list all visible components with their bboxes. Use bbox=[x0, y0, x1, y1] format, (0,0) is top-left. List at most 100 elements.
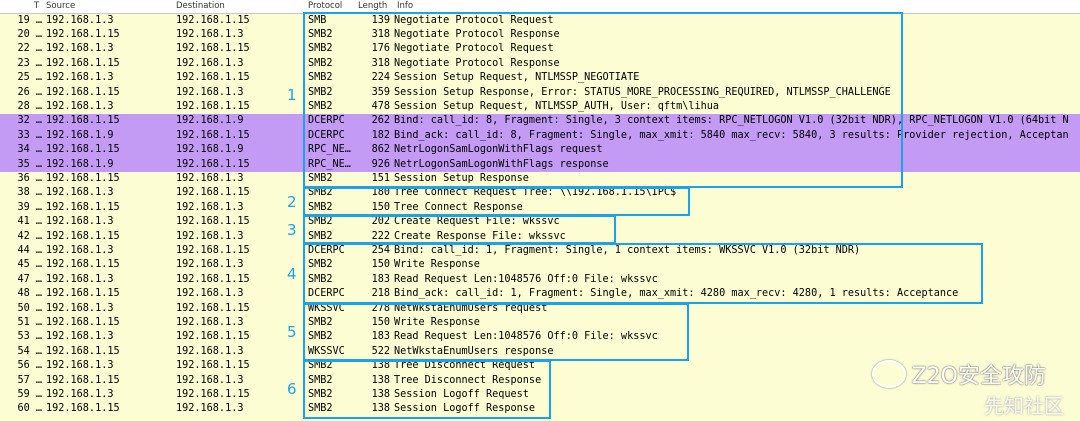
group-number-label: 3 bbox=[287, 221, 297, 239]
packet-length: 254 bbox=[371, 245, 390, 256]
packet-protocol: DCERPC bbox=[308, 245, 345, 256]
packet-row[interactable]: 53 … 192.168.1.3 192.168.1.15 SMB2 183 Read R… bbox=[0, 330, 1080, 345]
packet-row[interactable]: 50 … 192.168.1.3 192.168.1.15 WKSSVC 278 NetW… bbox=[0, 301, 1080, 316]
col-header-info[interactable]: Info bbox=[397, 1, 413, 11]
packet-row[interactable]: 22 … 192.168.1.3 192.168.1.15 SMB2 176 Negoti… bbox=[0, 42, 1080, 57]
packet-info: Tree Disconnect Response bbox=[394, 374, 542, 386]
packet-row[interactable]: 35 … 192.168.1.9 192.168.1.15 RPC_NE… 926 Net… bbox=[0, 157, 1080, 172]
packet-number: 42 … bbox=[17, 230, 42, 242]
packet-protocol: WKSSVC bbox=[308, 345, 345, 357]
packet-row[interactable]: 47 … 192.168.1.3 192.168.1.15 SMB2 183 Read R… bbox=[0, 272, 1080, 288]
packet-row[interactable]: 28 … 192.168.1.3 192.168.1.15 SMB2 478 Sessio… bbox=[0, 100, 1080, 115]
packet-row[interactable]: 42 … 192.168.1.15 192.168.1.3 SMB2 222 Create… bbox=[0, 229, 1080, 244]
packet-length: 202 bbox=[371, 216, 390, 228]
packet-source: 192.168.1.15 bbox=[46, 345, 120, 357]
packet-destination: 192.168.1.3 bbox=[176, 201, 244, 213]
packet-length: 176 bbox=[371, 43, 390, 55]
packet-protocol: DCERPC bbox=[308, 288, 345, 300]
packet-row[interactable]: 25 … 192.168.1.3 192.168.1.15 SMB2 224 Sessio… bbox=[0, 71, 1080, 86]
packet-row[interactable]: 51 … 192.168.1.15 192.168.1.3 SMB2 150 Write … bbox=[0, 316, 1080, 331]
packet-row[interactable]: 45 … 192.168.1.15 192.168.1.3 SMB2 150 Write … bbox=[0, 258, 1080, 273]
col-header-destination[interactable]: Destination bbox=[176, 1, 225, 11]
col-header-no[interactable]: T bbox=[34, 1, 39, 11]
packet-row[interactable]: 33 … 192.168.1.9 192.168.1.15 DCERPC 182 Bind… bbox=[0, 128, 1080, 144]
packet-number: 57 … bbox=[17, 374, 42, 386]
packet-protocol: SMB2 bbox=[308, 72, 333, 84]
packet-row[interactable]: 20 … 192.168.1.15 192.168.1.3 SMB2 318 Negoti… bbox=[0, 28, 1080, 43]
packet-destination: 192.168.1.3 bbox=[176, 86, 244, 98]
packet-info: NetWkstaEnumUsers request bbox=[394, 302, 548, 314]
packet-destination: 192.168.1.3 bbox=[176, 29, 244, 40]
packet-row[interactable]: 36 … 192.168.1.15 192.168.1.3 SMB2 151 Sessio… bbox=[0, 172, 1080, 187]
packet-length: 926 bbox=[371, 158, 390, 170]
packet-number: 32 … bbox=[17, 115, 42, 127]
packet-info: Negotiate Protocol Response bbox=[394, 29, 560, 40]
packet-row[interactable]: 19 … 192.168.1.3 192.168.1.15 SMB 139 Negotia… bbox=[0, 13, 1080, 28]
packet-length: 151 bbox=[371, 173, 390, 184]
packet-row[interactable]: 32 … 192.168.1.15 192.168.1.9 DCERPC 262 Bind… bbox=[0, 114, 1080, 129]
col-header-length[interactable]: Length bbox=[358, 1, 387, 11]
packet-length: 862 bbox=[371, 144, 390, 156]
packet-protocol: SMB2 bbox=[308, 273, 333, 285]
packet-row[interactable]: 39 … 192.168.1.15 192.168.1.3 SMB2 150 Tree C… bbox=[0, 200, 1080, 216]
packet-source: 192.168.1.3 bbox=[46, 43, 114, 55]
packet-row[interactable]: 59 … 192.168.1.3 192.168.1.15 SMB2 138 Sessio… bbox=[0, 388, 1080, 403]
col-header-protocol[interactable]: Protocol bbox=[308, 1, 342, 11]
packet-info: Session Logoff Request bbox=[394, 389, 529, 400]
packet-source: 192.168.1.9 bbox=[46, 158, 114, 170]
packet-source: 192.168.1.15 bbox=[46, 57, 120, 69]
packet-destination: 192.168.1.15 bbox=[176, 216, 250, 228]
packet-number: 47 … bbox=[17, 273, 42, 285]
packet-destination: 192.168.1.3 bbox=[176, 259, 244, 271]
packet-length: 138 bbox=[371, 403, 390, 415]
packet-destination: 192.168.1.3 bbox=[176, 374, 244, 386]
packet-row[interactable]: 26 … 192.168.1.15 192.168.1.3 SMB2 359 Sessio… bbox=[0, 85, 1080, 100]
packet-row[interactable]: 23 … 192.168.1.15 192.168.1.3 SMB2 318 Negoti… bbox=[0, 56, 1080, 72]
packet-length: 278 bbox=[371, 302, 390, 314]
packet-length: 150 bbox=[371, 259, 390, 271]
packet-protocol: DCERPC bbox=[308, 115, 345, 127]
packet-number: 48 … bbox=[17, 288, 42, 300]
packet-info: Bind_ack: call_id: 8, Fragment: Single, … bbox=[394, 129, 1069, 141]
packet-destination: 192.168.1.3 bbox=[176, 317, 244, 328]
packet-destination: 192.168.1.3 bbox=[176, 345, 244, 357]
packet-source: 192.168.1.15 bbox=[46, 374, 120, 386]
packet-number: 33 … bbox=[17, 129, 42, 141]
packet-destination: 192.168.1.3 bbox=[176, 57, 244, 69]
packet-info: Write Response bbox=[394, 317, 480, 328]
packet-info: Tree Connect Request Tree: \\192.168.1.1… bbox=[394, 187, 677, 199]
packet-length: 478 bbox=[371, 101, 390, 112]
packet-info: Session Setup Request, NTLMSSP_NEGOTIATE bbox=[394, 72, 640, 84]
packet-protocol: RPC_NE… bbox=[308, 158, 351, 170]
packet-number: 53 … bbox=[17, 331, 42, 343]
packet-destination: 192.168.1.3 bbox=[176, 230, 244, 242]
packet-info: Session Logoff Response bbox=[394, 403, 536, 415]
packet-length: 318 bbox=[371, 57, 390, 69]
packet-destination: 192.168.1.3 bbox=[176, 403, 244, 415]
packet-row[interactable]: 44 … 192.168.1.3 192.168.1.15 DCERPC 254 Bind… bbox=[0, 244, 1080, 259]
packet-info: Bind: call_id: 1, Fragment: Single, 1 co… bbox=[394, 245, 861, 256]
packet-number: 41 … bbox=[17, 216, 42, 228]
packet-length: 183 bbox=[371, 331, 390, 343]
packet-protocol: DCERPC bbox=[308, 129, 345, 141]
packet-protocol: SMB bbox=[308, 14, 327, 26]
packet-number: 34 … bbox=[17, 144, 42, 156]
packet-destination: 192.168.1.15 bbox=[176, 14, 250, 26]
packet-protocol: SMB2 bbox=[308, 360, 333, 372]
packet-row[interactable]: 41 … 192.168.1.3 192.168.1.15 SMB2 202 Create… bbox=[0, 215, 1080, 230]
packet-row[interactable]: 38 … 192.168.1.3 192.168.1.15 SMB2 180 Tree C… bbox=[0, 186, 1080, 201]
packet-row[interactable]: 34 … 192.168.1.15 192.168.1.9 RPC_NE… 862 Net… bbox=[0, 143, 1080, 158]
packet-info: Create Response File: wkssvc bbox=[394, 230, 566, 242]
packet-number: 44 … bbox=[17, 245, 42, 256]
packet-protocol: SMB2 bbox=[308, 374, 333, 386]
packet-row[interactable]: 60 … 192.168.1.15 192.168.1.3 SMB2 138 Sessio… bbox=[0, 402, 1080, 417]
packet-destination: 192.168.1.15 bbox=[176, 101, 250, 112]
packet-source: 192.168.1.3 bbox=[46, 14, 114, 26]
packet-row[interactable]: 48 … 192.168.1.15 192.168.1.3 DCERPC 218 Bind… bbox=[0, 287, 1080, 302]
packet-length: 139 bbox=[371, 14, 390, 26]
col-header-source[interactable]: Source bbox=[46, 1, 75, 11]
column-header-bar: T Source Destination Protocol Length Inf… bbox=[0, 0, 1080, 14]
packet-number: 19 … bbox=[17, 14, 42, 26]
packet-protocol: SMB2 bbox=[308, 43, 333, 55]
packet-source: 192.168.1.9 bbox=[46, 129, 114, 141]
